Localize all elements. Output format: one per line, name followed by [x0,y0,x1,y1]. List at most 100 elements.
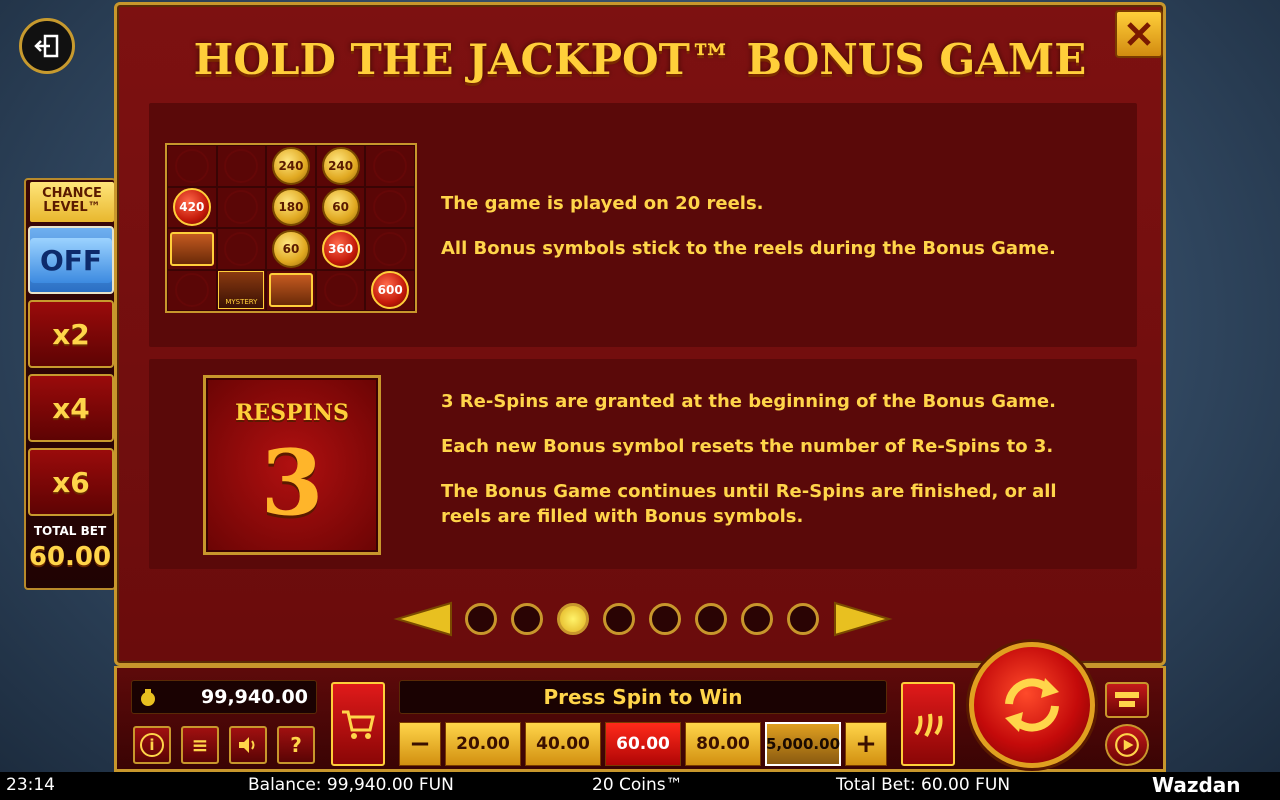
info-icon: i [140,733,164,757]
chance-off-button[interactable]: OFF [28,226,114,294]
status-message: Press Spin to Win [399,680,887,714]
empty-coin-icon [373,148,408,183]
respins-info-section: RESPINS 3 3 Re-Spins are granted at the … [149,359,1137,569]
spin-button[interactable] [969,642,1095,768]
mystery-symbol: MYSTERY [218,271,265,310]
page-dot[interactable] [511,603,543,635]
menu-button[interactable]: ≡ [181,726,219,764]
plus-icon: + [855,729,877,759]
bet-increase-button[interactable]: + [845,722,887,766]
minus-icon: − [409,729,431,759]
chance-x6-label: x6 [52,465,90,499]
help-button[interactable]: ? [277,726,315,764]
chance-x2-button[interactable]: x2 [28,300,114,368]
reel-cell [216,228,267,270]
bonus-coin: 240 [271,146,310,185]
info-button[interactable]: i [133,726,171,764]
page-dot[interactable] [695,603,727,635]
reel-cell [315,269,366,311]
control-bar: 99,940.00 i ≡ ? Press Spin to Win − 20.0… [114,642,1166,772]
status-total-bet: Total Bet: 60.00 FUN [836,775,1011,795]
reel-cell [266,269,316,311]
reel-cell: 240 [315,145,366,187]
bet-option[interactable]: 80.00 [685,722,761,766]
status-bar: 23:14 Balance: 99,940.00 FUN 20 Coins™ T… [0,772,1280,800]
empty-coin-icon [224,190,259,225]
bet-option-label: 20.00 [456,734,510,754]
bonus-coin: 420 [172,188,211,227]
bet-option[interactable]: 40.00 [525,722,601,766]
page-dot[interactable] [465,603,497,635]
status-balance: Balance: 99,940.00 FUN [248,775,454,795]
reel-cell [365,228,415,270]
bonus-coin: 600 [371,271,410,310]
page-title: HOLD THE JACKPOT™ BONUS GAME [193,35,1087,84]
chance-x4-button[interactable]: x4 [28,374,114,442]
autoplay-button[interactable] [1105,724,1149,766]
game-name: 20 Coins™ [592,775,683,795]
close-button[interactable] [1115,10,1163,58]
spin-arrows-icon [1005,678,1059,732]
bet-option[interactable]: 20.00 [445,722,521,766]
previous-page-button[interactable] [393,599,453,639]
reels-description: The game is played on 20 reels. All Bonu… [441,191,1081,281]
close-icon [1127,22,1151,46]
empty-coin-icon [174,273,209,308]
chance-title-line1: CHANCE [42,186,102,201]
page-dot[interactable] [649,603,681,635]
menu-icon: ≡ [191,733,209,757]
page-dot[interactable] [741,603,773,635]
bet-option-label: 60.00 [616,734,670,754]
bet-selector: − 20.00 40.00 60.00 80.00 5,000.00 + [399,722,887,766]
chance-x2-label: x2 [52,317,90,351]
respins-count: 3 [260,430,324,536]
description-line: 3 Re-Spins are granted at the beginning … [441,391,1056,412]
balance-display: 99,940.00 [131,680,317,714]
play-icon [1115,733,1139,757]
brand-logo: Wazdan [1152,773,1241,797]
empty-coin-icon [373,190,408,225]
arrow-left-icon [393,601,452,637]
chance-x6-button[interactable]: x6 [28,448,114,516]
bonus-coin: 360 [321,229,360,268]
reel-cell: MYSTERY [216,269,267,311]
empty-coin-icon [323,273,358,308]
bet-option-label: 5,000.00 [765,735,841,753]
bet-decrease-button[interactable]: − [399,722,441,766]
buy-feature-button[interactable] [331,682,385,766]
empty-coin-icon [224,148,259,183]
page-dot-active[interactable] [557,603,589,635]
empty-coin-icon [224,231,259,266]
reels-info-section: 240 240 420 180 60 60 360 MYSTERY 600 Th… [149,103,1137,347]
total-bet-value: 60.00 [28,542,112,572]
empty-coin-icon [373,231,408,266]
volatility-button[interactable] [901,682,955,766]
bonus-coin: 180 [271,188,310,227]
description-line: The Bonus Game continues until Re-Spins … [441,481,1057,527]
reel-cell: 240 [266,145,316,187]
reel-cell: 60 [315,186,366,228]
clock: 23:14 [6,775,55,795]
bet-option-label: 80.00 [696,734,750,754]
chance-title-line2: LEVEL™ [43,200,101,215]
next-page-button[interactable] [833,599,893,639]
respins-description: 3 Re-Spins are granted at the beginning … [441,389,1081,549]
exit-button[interactable] [19,18,75,74]
description-line: Each new Bonus symbol resets the number … [441,436,1054,457]
chance-off-label: OFF [29,237,113,283]
reel-cell: 420 [167,186,217,228]
bet-option-selected[interactable]: 60.00 [605,722,681,766]
total-bet-label: TOTAL BET [33,524,107,538]
sound-button[interactable] [229,726,267,764]
page-dot[interactable] [603,603,635,635]
page-dot[interactable] [787,603,819,635]
reel-cell: 600 [365,269,415,311]
paytable-panel: HOLD THE JACKPOT™ BONUS GAME 240 240 420… [114,2,1166,666]
bet-option[interactable]: 5,000.00 [765,722,841,766]
reel-cell: 60 [266,228,316,270]
exit-icon [34,34,59,58]
bonus-coin: 60 [271,229,310,268]
chance-x4-label: x4 [52,391,90,425]
reel-cell [167,145,217,187]
turbo-button[interactable] [1105,682,1149,718]
